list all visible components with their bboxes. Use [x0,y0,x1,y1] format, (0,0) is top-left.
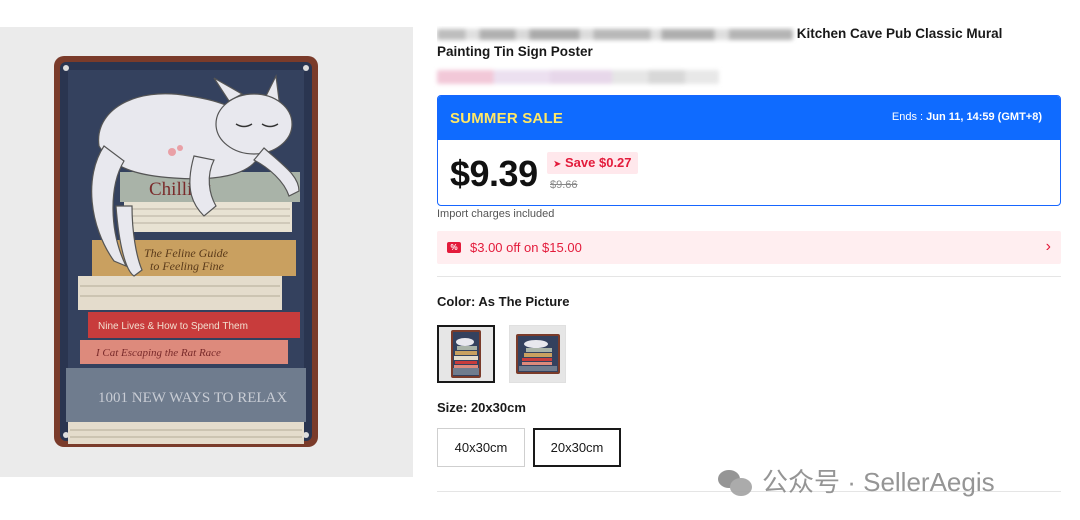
poster-book6-title: I Cat Escaping the Rat Race [95,347,221,359]
save-amount: Save $0.27 [565,155,632,170]
arrow-down-icon: ➤ [553,159,562,170]
color-option-thumbnail-icon [451,330,481,378]
product-title-visible: Kitchen Cave Pub Classic Mural [796,26,1003,41]
divider [437,276,1061,277]
product-title-line-2: Painting Tin Sign Poster [437,44,593,59]
sale-banner: SUMMER SALE Ends : Jun 11, 14:59 (GMT+8) [438,96,1060,140]
current-price: $9.39 [450,153,538,194]
product-subtitle-redacted [437,70,719,84]
import-charges-note: Import charges included [437,208,555,220]
original-price: $9.66 [550,179,578,191]
product-image-gallery: Chilling The Feline Guide to Feeling Fin… [0,27,413,477]
size-option-40x30[interactable]: 40x30cm [437,428,525,467]
product-main-image[interactable]: Chilling The Feline Guide to Feeling Fin… [54,56,318,447]
save-badge: ➤ Save $0.27 [547,152,638,174]
sale-banner-title: SUMMER SALE [450,110,564,127]
product-title-line-1: Kitchen Cave Pub Classic Mural [437,26,1061,44]
color-option-2[interactable] [509,325,566,383]
sale-end-time: Ends : Jun 11, 14:59 (GMT+8) [892,111,1042,123]
coupon-row[interactable]: % $3.00 off on $15.00 › [437,231,1061,264]
chevron-right-icon[interactable]: › [1046,238,1051,256]
product-info-panel: Kitchen Cave Pub Classic Mural Painting … [437,0,1061,520]
color-option-thumbnail-icon [516,334,560,374]
size-label: Size: 20x30cm [437,400,526,415]
poster-book5-title: Nine Lives & How to Spend Them [98,321,248,332]
size-option-20x30[interactable]: 20x30cm [533,428,621,467]
poster-book3-title-a: The Feline Guide [144,246,229,260]
sale-ends-label: Ends : [891,111,924,123]
poster-book3-title-b: to Feeling Fine [150,259,225,273]
sale-ends-value: Jun 11, 14:59 (GMT+8) [926,111,1042,123]
watermark: 公众号 · SellerAegis [718,462,995,499]
coupon-icon: % [447,242,461,253]
coupon-text: $3.00 off on $15.00 [470,240,582,255]
product-title-redacted [437,28,793,40]
watermark-text: 公众号 · SellerAegis [762,467,995,497]
wechat-icon [718,468,754,496]
color-label: Color: As The Picture [437,294,570,309]
poster-book7-title: 1001 NEW WAYS TO RELAX [98,390,287,406]
summer-sale-box: SUMMER SALE Ends : Jun 11, 14:59 (GMT+8)… [437,95,1061,206]
color-option-1[interactable] [437,325,495,383]
